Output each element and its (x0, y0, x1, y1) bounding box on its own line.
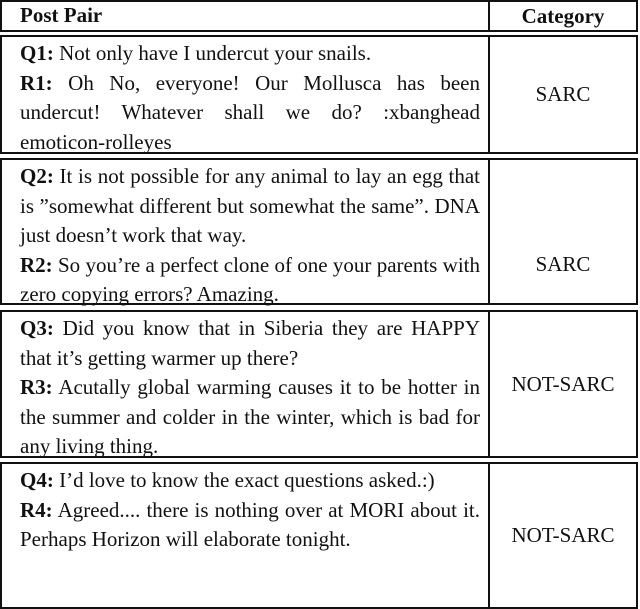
quote-label: Q3: (20, 316, 54, 340)
quote-label: Q1: (20, 41, 54, 65)
response-label: R3: (20, 375, 53, 399)
category-cell: SARC (535, 252, 591, 276)
response-label: R1: (20, 70, 53, 95)
post-pair-cell: Q3: Did you know that in Siberia they ar… (2, 312, 490, 458)
post-pair-cell: Q4: I’d love to know the exact questions… (2, 464, 490, 607)
response-text: So you’re a perfect clone of one your pa… (20, 252, 480, 307)
response-label: R2: (20, 252, 53, 277)
response-text: Acutally global warming causes it to be … (20, 375, 481, 458)
category-cell: NOT-SARC (511, 523, 615, 547)
quote-text: Did you know that in Siberia they are HA… (20, 316, 480, 370)
post-pair-cell: Q1: Not only have I undercut your snails… (2, 37, 490, 154)
response-text: Agreed.... there is nothing over at MORI… (20, 497, 481, 552)
quote-text: I’d love to know the exact questions ask… (59, 468, 435, 492)
quote-label: Q2: (20, 164, 54, 188)
category-cell: NOT-SARC (511, 371, 615, 396)
quote-text: Not only have I undercut your snails. (59, 41, 372, 65)
category-cell: SARC (535, 82, 591, 106)
quote-text: It is not possible for any animal to lay… (20, 164, 481, 247)
header-post-pair: Post Pair (2, 2, 490, 30)
table-row: Q1: Not only have I undercut your snails… (0, 35, 638, 154)
header-category: Category (521, 3, 605, 28)
table-row: Q2: It is not possible for any animal to… (0, 158, 638, 306)
table-row: Q4: I’d love to know the exact questions… (0, 462, 638, 609)
quote-label: Q4: (20, 468, 54, 492)
response-label: R4: (20, 497, 53, 522)
table-header: Post Pair Category (0, 0, 638, 32)
table-row: Q3: Did you know that in Siberia they ar… (0, 310, 638, 458)
response-text: Oh No, everyone! Our Mollusca has been u… (20, 70, 481, 154)
post-pair-cell: Q2: It is not possible for any animal to… (2, 160, 490, 306)
